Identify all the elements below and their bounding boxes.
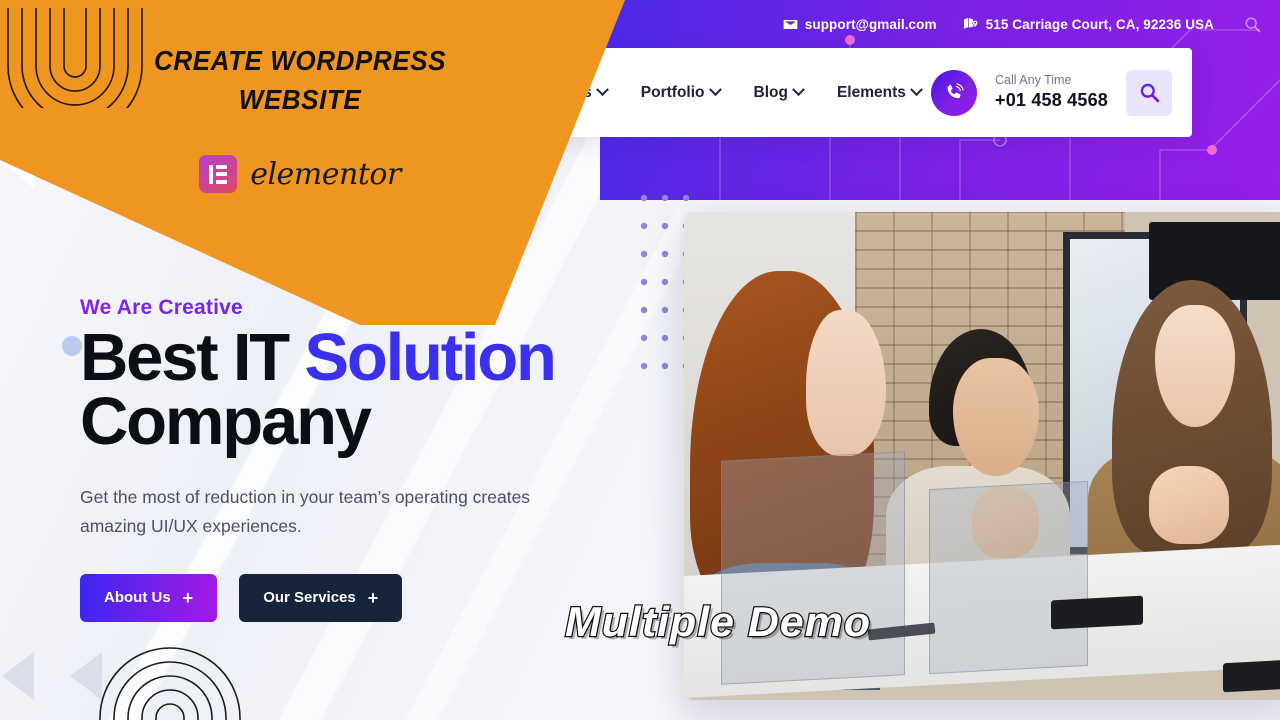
person-left-face	[806, 309, 886, 456]
smartphone-object	[1051, 595, 1143, 630]
plus-icon: +	[367, 587, 379, 608]
nav-label: Blog	[753, 83, 788, 101]
hero-content: We Are Creative Best IT Solution Company…	[80, 296, 680, 622]
chevron-down-icon	[792, 83, 805, 97]
blue-dot-decoration	[62, 336, 82, 356]
hero-description: Get the most of reduction in your team’s…	[80, 487, 531, 536]
hero-cta-row: About Us + Our Services +	[80, 573, 680, 622]
blueprint-document	[928, 481, 1088, 675]
nav-item-blog[interactable]: Blog	[753, 83, 805, 102]
chevron-down-icon	[909, 83, 923, 97]
about-us-button[interactable]: About Us +	[80, 573, 218, 622]
topbar-search-icon[interactable]	[1240, 12, 1264, 36]
page-title: Best IT Solution Company	[80, 324, 680, 455]
hero-image	[684, 212, 1280, 700]
our-services-button[interactable]: Our Services +	[239, 573, 403, 622]
map-pin-icon	[963, 16, 979, 32]
topbar-address[interactable]: 515 Carriage Court, CA, 92236 USA	[963, 16, 1214, 32]
chevron-down-icon	[708, 83, 722, 97]
arrow-left-decoration	[2, 652, 34, 700]
our-services-label: Our Services	[263, 589, 356, 607]
plus-icon: +	[182, 587, 194, 608]
concentric-arcs-decoration-bottom	[99, 647, 241, 720]
call-label: Call Any Time	[994, 73, 1072, 88]
header-contact-area: Call Any Time +01 458 4568	[930, 69, 1192, 116]
call-info: Call Any Time +01 458 4568	[995, 73, 1108, 111]
top-info-bar: support@gmail.com 515 Carriage Court, CA…	[560, 0, 1280, 48]
smartphone-object	[1222, 658, 1280, 693]
nav-item-portfolio[interactable]: Portfolio	[640, 83, 722, 102]
call-number[interactable]: +01 458 4568	[995, 89, 1108, 112]
elementor-logo-icon	[199, 155, 238, 193]
office-meeting-photo	[684, 212, 1280, 700]
chevron-down-icon	[595, 83, 609, 97]
elementor-wordmark: elementor	[250, 156, 401, 192]
elementor-brand: elementor	[0, 155, 600, 193]
topbar-email[interactable]: support@gmail.com	[783, 17, 937, 32]
about-us-label: About Us	[104, 589, 171, 607]
topbar-address-text: 515 Carriage Court, CA, 92236 USA	[985, 16, 1214, 32]
page-stage: support@gmail.com 515 Carriage Court, CA…	[0, 0, 1280, 720]
topbar-email-text: support@gmail.com	[804, 16, 937, 32]
envelope-icon	[783, 17, 798, 32]
nav-label: Elements	[836, 83, 906, 101]
nav-label: Portfolio	[640, 83, 705, 101]
nav-item-elements[interactable]: Elements	[836, 83, 923, 102]
blueprint-document	[720, 451, 905, 686]
concentric-arcs-decoration-top	[7, 8, 143, 108]
header-search-button[interactable]	[1126, 69, 1172, 116]
phone-call-icon[interactable]	[930, 69, 977, 116]
person-right-hands	[1149, 465, 1229, 544]
headline-part-2: Company	[80, 383, 372, 459]
